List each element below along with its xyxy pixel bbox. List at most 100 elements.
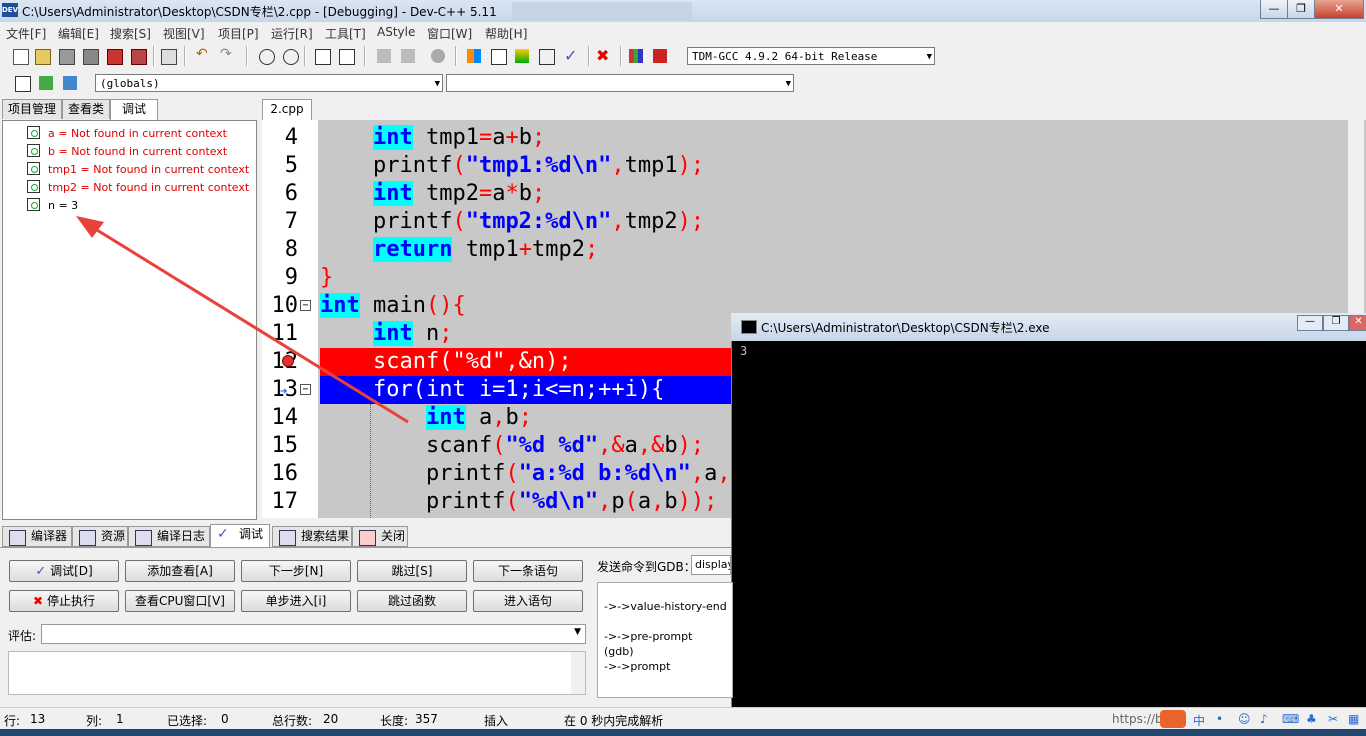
editor-tab-2cpp[interactable]: 2.cpp	[262, 99, 312, 120]
add-watch-button[interactable]: 添加查看[A]	[125, 560, 235, 582]
rebuild-all-icon[interactable]	[536, 46, 556, 66]
tab-label: 调试	[239, 527, 264, 541]
stop-execution-button[interactable]: ✖ 停止执行	[9, 590, 119, 612]
save-icon[interactable]	[56, 46, 76, 66]
tab-search-results[interactable]: 搜索结果	[272, 526, 352, 547]
menu-window[interactable]: 窗口[W]	[427, 25, 472, 42]
replace-icon[interactable]	[280, 46, 300, 66]
new-project-icon[interactable]	[12, 73, 32, 93]
tray-mic-icon[interactable]: ♪	[1260, 712, 1268, 726]
redo-icon[interactable]: ↷	[220, 46, 240, 66]
menu-astyle[interactable]: AStyle	[377, 25, 415, 39]
skip-function-button[interactable]: 跳过函数	[357, 590, 467, 612]
cpu-window-button[interactable]: 查看CPU窗口[V]	[125, 590, 235, 612]
debug-button[interactable]: ✓ 调试[D]	[9, 560, 119, 582]
menu-tools[interactable]: 工具[T]	[325, 25, 366, 42]
next-step-button[interactable]: 下一步[N]	[241, 560, 351, 582]
line-number: 4	[284, 125, 298, 150]
enter-statement-button[interactable]: 进入语句	[473, 590, 583, 612]
left-panel-tabs: 项目管理 查看类 调试	[0, 99, 258, 120]
goto-line-icon[interactable]	[312, 46, 332, 66]
tab-resources[interactable]: 资源	[72, 526, 128, 547]
profile-icon[interactable]	[650, 46, 670, 66]
skip-button[interactable]: 跳过[S]	[357, 560, 467, 582]
save-all-icon[interactable]	[80, 46, 100, 66]
menu-project[interactable]: 项目[P]	[218, 25, 259, 42]
toggle-bookmark-icon[interactable]	[60, 73, 80, 93]
maximize-button[interactable]: ❐	[1287, 0, 1315, 19]
gdb-command-label: 发送命令到GDB：	[597, 560, 696, 574]
tray-grid-icon[interactable]: ▦	[1348, 712, 1359, 726]
toggle-comment-icon[interactable]	[428, 46, 448, 66]
indent-icon[interactable]	[336, 46, 356, 66]
watch-variable-icon	[27, 144, 40, 157]
toolbar-separator	[304, 46, 306, 66]
close-file-icon[interactable]	[104, 46, 124, 66]
bookmark-prev-icon[interactable]	[374, 46, 394, 66]
new-file-icon[interactable]	[10, 46, 30, 66]
menu-edit[interactable]: 编辑[E]	[58, 25, 99, 42]
evaluate-input[interactable]: ▼	[41, 624, 586, 644]
bookmark-next-icon[interactable]	[398, 46, 418, 66]
next-statement-button[interactable]: 下一条语句	[473, 560, 583, 582]
menu-file[interactable]: 文件[F]	[6, 25, 46, 42]
menu-help[interactable]: 帮助[H]	[485, 25, 527, 42]
find-icon[interactable]	[256, 46, 276, 66]
tray-skin-icon[interactable]: ♣	[1306, 712, 1317, 726]
code-text: printf("%d\n",p(a,b));	[320, 489, 718, 514]
code-text: scanf("%d %d",&a,&b);	[320, 433, 705, 458]
print-icon[interactable]	[158, 46, 178, 66]
syntax-check-icon[interactable]: ✓	[564, 46, 584, 66]
line-number: 7	[284, 209, 298, 234]
open-file-icon[interactable]	[32, 46, 52, 66]
evaluate-result[interactable]	[8, 651, 586, 695]
compile-run-icon[interactable]	[512, 46, 532, 66]
tray-keyboard-icon[interactable]: ⌨	[1282, 712, 1299, 726]
scope-select[interactable]: (globals) ▼	[95, 74, 443, 92]
tray-punct-icon[interactable]: •	[1216, 712, 1223, 726]
chart-icon[interactable]	[626, 46, 646, 66]
line-number: 15	[271, 433, 299, 458]
evaluate-scrollbar[interactable]	[571, 652, 585, 694]
member-select[interactable]: ▼	[446, 74, 794, 92]
console-minimize-button[interactable]: —	[1297, 315, 1323, 331]
stop-icon[interactable]: ✖	[596, 46, 616, 66]
run-icon[interactable]	[488, 46, 508, 66]
tab-compiler[interactable]: 编译器	[2, 526, 72, 547]
step-into-button[interactable]: 单步进入[i]	[241, 590, 351, 612]
tab-classes[interactable]: 查看类	[62, 99, 110, 119]
tab-project[interactable]: 项目管理	[2, 99, 62, 119]
console-maximize-button[interactable]: ❐	[1323, 315, 1349, 331]
menu-run[interactable]: 运行[R]	[271, 25, 313, 42]
undo-icon[interactable]: ↶	[196, 46, 216, 66]
code-text: int n;	[372, 321, 453, 346]
compiler-select[interactable]: TDM-GCC 4.9.2 64-bit Release ▼	[687, 47, 935, 65]
compile-icon[interactable]	[464, 46, 484, 66]
tab-close[interactable]: 关闭	[352, 526, 408, 547]
close-button[interactable]: ✕	[1314, 0, 1364, 19]
close-all-icon[interactable]	[128, 46, 148, 66]
ime-indicator[interactable]: 中	[1193, 712, 1205, 729]
stop-icon: ✖	[33, 594, 44, 608]
tray-tools-icon[interactable]: ✂	[1328, 712, 1338, 726]
status-length: 357	[415, 712, 438, 726]
tab-debug-bottom[interactable]: ✓ 调试	[210, 524, 270, 548]
chevron-down-icon: ▼	[574, 627, 581, 637]
tab-debug[interactable]: 调试	[110, 99, 158, 120]
console-close-button[interactable]: ✕	[1349, 315, 1366, 331]
tab-compile-log[interactable]: 编译日志	[128, 526, 210, 547]
breakpoint-icon[interactable]	[282, 355, 294, 367]
gdb-command-input[interactable]: display	[691, 555, 731, 575]
menu-view[interactable]: 视图[V]	[163, 25, 205, 42]
tab-label: 关闭	[381, 529, 406, 543]
minimize-button[interactable]: —	[1260, 0, 1288, 19]
fold-toggle-icon[interactable]: −	[300, 384, 311, 395]
fold-toggle-icon[interactable]: −	[300, 300, 311, 311]
menu-search[interactable]: 搜索[S]	[110, 25, 151, 42]
console-title-bar[interactable]: C:\Users\Administrator\Desktop\CSDN专栏\2.…	[731, 313, 1366, 341]
toolbar-separator	[588, 46, 590, 66]
tray-emoji-icon[interactable]: ☺	[1238, 712, 1251, 726]
console-window[interactable]	[731, 313, 1366, 736]
console-title: C:\Users\Administrator\Desktop\CSDN专栏\2.…	[761, 321, 1050, 335]
insert-icon[interactable]	[36, 73, 56, 93]
